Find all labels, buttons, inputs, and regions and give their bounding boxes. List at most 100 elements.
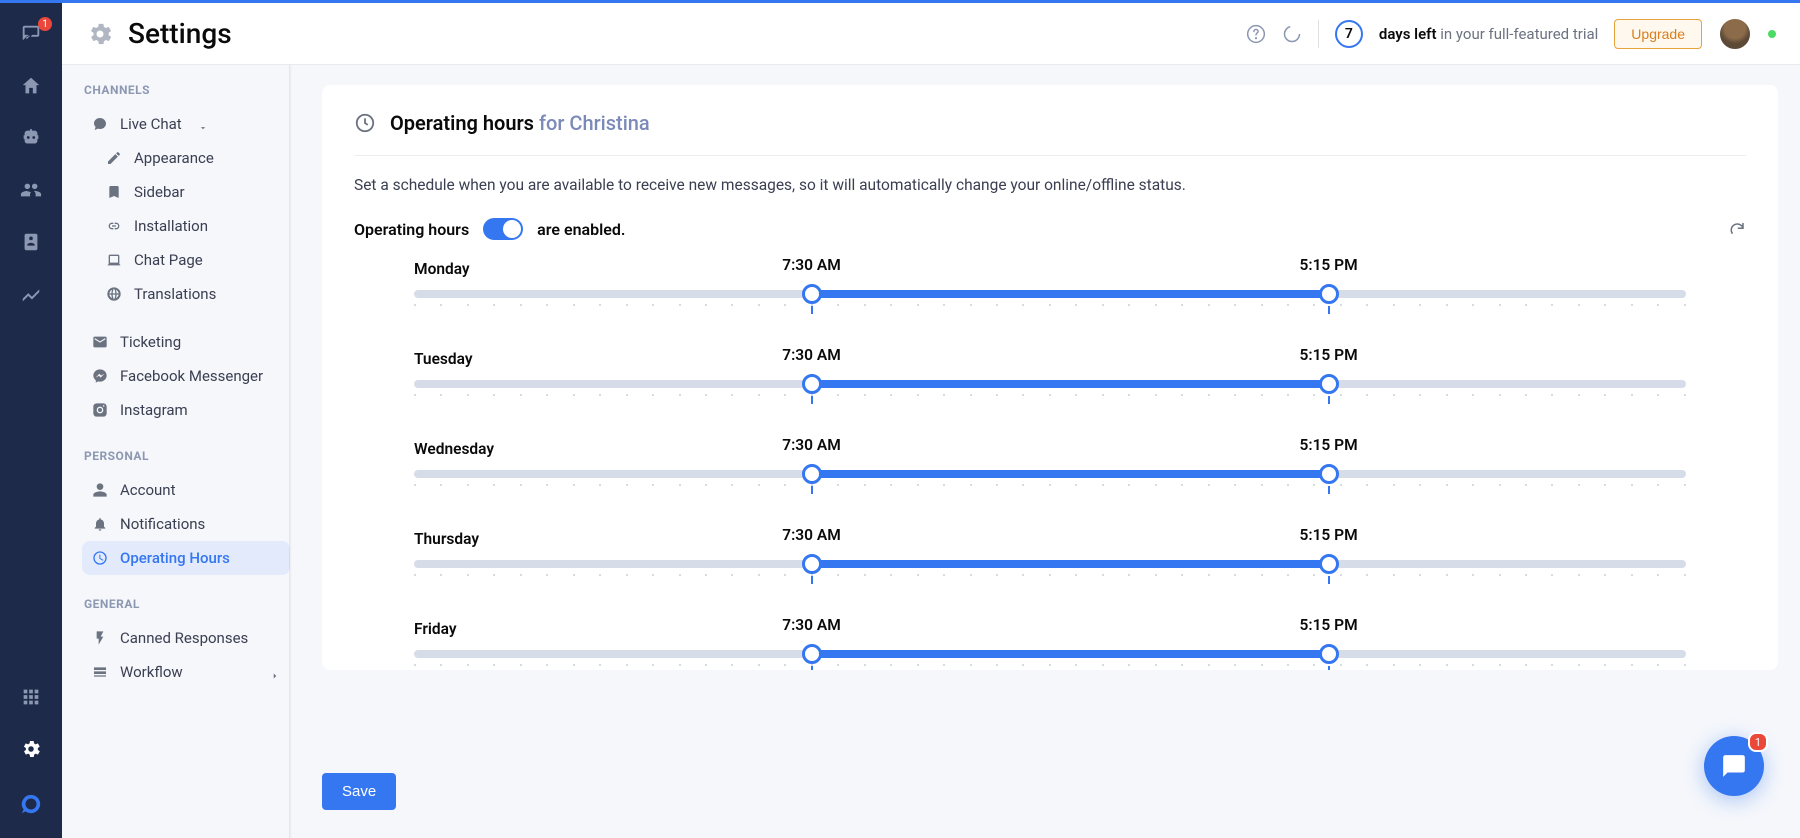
end-time-label: 5:15 PM bbox=[1299, 256, 1357, 274]
sidebar-item-sidebar[interactable]: Sidebar bbox=[82, 175, 290, 209]
sidebar-item-workflow[interactable]: Workflow bbox=[82, 655, 290, 689]
refresh-icon[interactable] bbox=[1728, 220, 1746, 238]
time-range-slider[interactable]: 7:30 AM 5:15 PM bbox=[414, 556, 1686, 584]
card-title: Operating hours for Christina bbox=[390, 111, 650, 135]
time-range-slider[interactable]: 7:30 AM 5:15 PM bbox=[414, 646, 1686, 670]
people-icon[interactable] bbox=[20, 179, 42, 201]
page-header: Settings 7 days left in your full-featur… bbox=[62, 3, 1800, 65]
save-button[interactable]: Save bbox=[322, 773, 396, 810]
progress-ring-icon[interactable] bbox=[1282, 24, 1302, 44]
time-range-slider[interactable]: 7:30 AM 5:15 PM bbox=[414, 286, 1686, 314]
chevron-down-icon bbox=[198, 119, 208, 129]
app-logo-icon[interactable] bbox=[17, 790, 45, 818]
sidebar-item-notifications[interactable]: Notifications bbox=[82, 507, 290, 541]
end-time-label: 5:15 PM bbox=[1299, 346, 1357, 364]
person-icon bbox=[92, 482, 108, 498]
sidebar-item-ticketing[interactable]: Ticketing bbox=[82, 325, 290, 359]
link-icon bbox=[106, 218, 122, 234]
home-icon[interactable] bbox=[20, 75, 42, 97]
time-range-slider[interactable]: 7:30 AM 5:15 PM bbox=[414, 376, 1686, 404]
sidebar-item-facebook-messenger[interactable]: Facebook Messenger bbox=[82, 359, 290, 393]
workflow-icon bbox=[92, 664, 108, 680]
sidebar-item-live-chat[interactable]: Live Chat bbox=[82, 107, 290, 141]
nav-rail: 1 bbox=[0, 3, 62, 838]
sidebar-label: Installation bbox=[134, 217, 208, 235]
sidebar-label: Translations bbox=[134, 285, 216, 303]
slider-handle-end[interactable] bbox=[1319, 464, 1339, 484]
slider-handle-start[interactable] bbox=[802, 644, 822, 664]
sidebar-label: Account bbox=[120, 481, 176, 499]
chat-icon bbox=[92, 116, 108, 132]
end-time-label: 5:15 PM bbox=[1299, 526, 1357, 544]
chat-fab[interactable]: 1 bbox=[1704, 736, 1764, 796]
operating-hours-card: Operating hours for Christina Set a sche… bbox=[322, 85, 1778, 670]
clock-icon bbox=[354, 112, 376, 134]
bolt-icon bbox=[92, 630, 108, 646]
chevron-right-icon bbox=[270, 667, 280, 677]
mail-icon bbox=[92, 334, 108, 350]
slider-handle-start[interactable] bbox=[802, 464, 822, 484]
globe-icon bbox=[106, 286, 122, 302]
operating-hours-toggle[interactable] bbox=[483, 218, 523, 240]
sidebar-label: Ticketing bbox=[120, 333, 181, 351]
slider-handle-end[interactable] bbox=[1319, 554, 1339, 574]
inbox-badge: 1 bbox=[38, 17, 52, 31]
pencil-icon bbox=[106, 150, 122, 166]
sidebar-item-operating-hours[interactable]: Operating Hours bbox=[82, 541, 290, 575]
slider-handle-end[interactable] bbox=[1319, 644, 1339, 664]
section-label-channels: CHANNELS bbox=[84, 83, 290, 97]
start-time-label: 7:30 AM bbox=[782, 256, 841, 274]
sidebar-label: Appearance bbox=[134, 149, 214, 167]
sidebar-item-chat-page[interactable]: Chat Page bbox=[82, 243, 290, 277]
end-time-label: 5:15 PM bbox=[1299, 616, 1357, 634]
sidebar-item-canned-responses[interactable]: Canned Responses bbox=[82, 621, 290, 655]
day-name: Tuesday bbox=[414, 350, 614, 368]
sidebar-label: Chat Page bbox=[134, 251, 203, 269]
sidebar-label: Notifications bbox=[120, 515, 205, 533]
laptop-icon bbox=[106, 252, 122, 268]
schedule-list: Monday 7:30 AM 5:15 PM Tuesday 7:30 AM 5… bbox=[354, 260, 1746, 670]
bot-icon[interactable] bbox=[20, 127, 42, 149]
start-time-label: 7:30 AM bbox=[782, 616, 841, 634]
settings-sidebar: CHANNELS Live Chat Appearance Sidebar In… bbox=[62, 65, 300, 838]
section-label-personal: PERSONAL bbox=[84, 449, 290, 463]
bell-icon bbox=[92, 516, 108, 532]
sidebar-item-instagram[interactable]: Instagram bbox=[82, 393, 290, 427]
trial-days-remaining: 7 bbox=[1335, 20, 1363, 48]
upgrade-button[interactable]: Upgrade bbox=[1614, 19, 1702, 49]
gear-icon bbox=[86, 20, 114, 48]
page-title: Settings bbox=[128, 17, 232, 50]
sidebar-item-account[interactable]: Account bbox=[82, 473, 290, 507]
analytics-icon[interactable] bbox=[20, 283, 42, 305]
online-status-dot bbox=[1768, 30, 1776, 38]
slider-handle-end[interactable] bbox=[1319, 284, 1339, 304]
slider-handle-start[interactable] bbox=[802, 374, 822, 394]
sidebar-item-installation[interactable]: Installation bbox=[82, 209, 290, 243]
user-avatar[interactable] bbox=[1718, 17, 1752, 51]
trial-text: days left in your full-featured trial bbox=[1379, 25, 1598, 43]
help-icon[interactable] bbox=[1246, 24, 1266, 44]
time-range-slider[interactable]: 7:30 AM 5:15 PM bbox=[414, 466, 1686, 494]
inbox-icon[interactable]: 1 bbox=[20, 23, 42, 45]
day-name: Friday bbox=[414, 620, 614, 638]
section-label-general: GENERAL bbox=[84, 597, 290, 611]
day-name: Monday bbox=[414, 260, 614, 278]
sidebar-item-appearance[interactable]: Appearance bbox=[82, 141, 290, 175]
main-content: Operating hours for Christina Set a sche… bbox=[300, 65, 1800, 838]
sidebar-item-translations[interactable]: Translations bbox=[82, 277, 290, 311]
sidebar-label: Canned Responses bbox=[120, 629, 248, 647]
start-time-label: 7:30 AM bbox=[782, 526, 841, 544]
apps-icon[interactable] bbox=[20, 686, 42, 708]
slider-handle-end[interactable] bbox=[1319, 374, 1339, 394]
divider bbox=[1318, 20, 1319, 48]
schedule-day-row: Wednesday 7:30 AM 5:15 PM bbox=[414, 440, 1686, 494]
messenger-icon bbox=[92, 368, 108, 384]
schedule-day-row: Monday 7:30 AM 5:15 PM bbox=[414, 260, 1686, 314]
schedule-day-row: Friday 7:30 AM 5:15 PM bbox=[414, 620, 1686, 670]
slider-handle-start[interactable] bbox=[802, 284, 822, 304]
slider-handle-start[interactable] bbox=[802, 554, 822, 574]
sidebar-label: Workflow bbox=[120, 663, 183, 681]
contacts-icon[interactable] bbox=[20, 231, 42, 253]
settings-icon[interactable] bbox=[20, 738, 42, 760]
toggle-label: Operating hours bbox=[354, 220, 469, 239]
